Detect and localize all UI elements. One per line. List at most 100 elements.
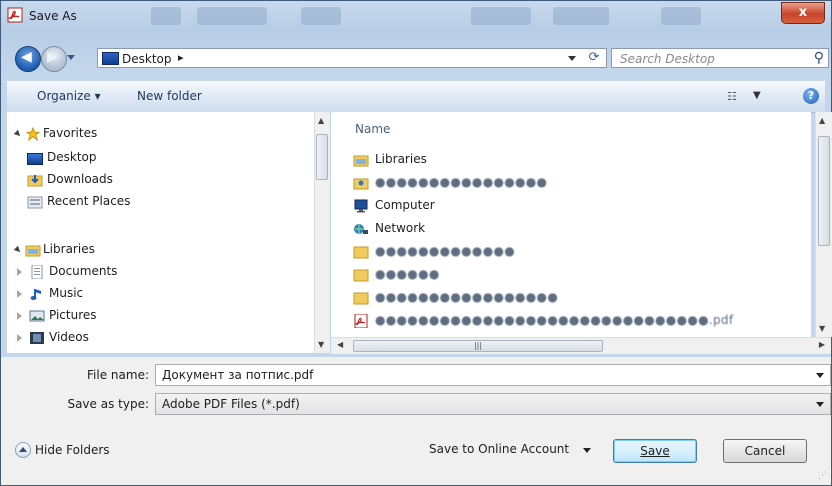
scrollbar-thumb[interactable]: ||| — [353, 340, 603, 352]
collapsed-arrow-icon[interactable] — [17, 268, 22, 276]
collapsed-arrow-icon[interactable] — [17, 334, 22, 342]
scroll-down-icon[interactable]: ▼ — [318, 340, 324, 349]
address-bar[interactable]: Desktop ▸ ⟳ — [97, 48, 607, 68]
recent-places-icon — [27, 196, 43, 209]
scroll-down-icon[interactable]: ▼ — [819, 324, 825, 333]
file-list-horizontal-scrollbar[interactable]: ◀ ||| ▶ — [331, 337, 831, 354]
chevron-down-icon[interactable] — [583, 448, 591, 453]
file-name: ●●●●●●●●●●●●● — [375, 244, 516, 258]
background-toolbar-ghost — [661, 7, 701, 25]
nav-libraries[interactable]: Libraries — [7, 240, 317, 260]
nav-favorites-label: Favorites — [43, 126, 98, 140]
help-icon[interactable]: ? — [803, 88, 819, 104]
file-name: Computer — [375, 198, 435, 212]
collapse-up-icon — [15, 442, 31, 458]
save-as-type-value: Adobe PDF Files (*.pdf) — [162, 397, 300, 411]
background-toolbar-ghost — [471, 7, 531, 25]
computer-icon — [354, 199, 368, 213]
cancel-button[interactable]: Cancel — [723, 439, 807, 463]
list-item[interactable]: ●●●●●● — [351, 265, 791, 285]
window-title: Save As — [29, 9, 77, 23]
nav-item-label: Recent Places — [47, 194, 131, 208]
save-button[interactable]: Save — [613, 439, 697, 463]
hide-folders-label: Hide Folders — [35, 443, 110, 457]
pdf-app-icon — [7, 7, 23, 23]
save-to-online-account-button[interactable]: Save to Online Account — [429, 442, 569, 456]
refresh-icon[interactable]: ⟳ — [584, 50, 604, 66]
expanded-arrow-icon[interactable] — [13, 245, 23, 255]
back-button[interactable]: ◀ — [15, 46, 41, 72]
navigation-pane: Favorites Desktop Downloads Recent Place… — [7, 112, 330, 353]
background-toolbar-ghost — [151, 7, 181, 25]
nav-item-recent-places[interactable]: Recent Places — [7, 192, 317, 212]
save-button-label: Save — [640, 444, 670, 458]
search-input[interactable]: Search Desktop ⚲ — [611, 48, 829, 68]
list-item[interactable]: ●●●●●●●●●●●●● — [351, 242, 791, 262]
address-location[interactable]: Desktop — [122, 52, 172, 66]
documents-icon — [31, 265, 43, 279]
network-icon — [354, 224, 368, 234]
nav-item-label: Pictures — [49, 308, 97, 322]
resize-grip-icon[interactable]: ⋰ — [818, 471, 827, 481]
address-dropdown-icon[interactable] — [568, 56, 576, 61]
new-folder-button[interactable]: New folder — [137, 89, 202, 103]
file-name-label: File name: — [87, 368, 149, 382]
file-list-vertical-scrollbar[interactable]: ▲ ▼ — [815, 112, 832, 337]
folder-icon — [353, 269, 369, 282]
close-button[interactable]: x — [781, 2, 825, 24]
search-icon[interactable]: ⚲ — [814, 50, 824, 66]
expanded-arrow-icon[interactable] — [13, 129, 23, 139]
folder-icon — [353, 292, 369, 305]
music-icon — [30, 289, 41, 300]
scrollbar-thumb[interactable] — [316, 134, 328, 180]
list-item[interactable]: ●●●●●●●●●●●●●●●●●●●●●●●●●●●●●●●.pdf — [351, 311, 791, 331]
list-item[interactable]: Computer — [351, 196, 791, 216]
star-icon — [25, 127, 41, 141]
forward-arrow-icon: ▶ — [47, 49, 58, 65]
view-options-icon[interactable]: ☷ — [727, 90, 741, 103]
file-list: Name Libraries ●●●●●●●●●●●●●●●● Computer… — [331, 112, 811, 337]
navigation-scrollbar[interactable]: ▲ ▼ — [314, 112, 330, 353]
scroll-up-icon[interactable]: ▲ — [318, 116, 324, 125]
nav-item-label: Videos — [49, 330, 89, 344]
list-item[interactable]: Network — [351, 219, 791, 239]
list-item[interactable]: ●●●●●●●●●●●●●●●●● — [351, 288, 791, 308]
organize-button[interactable]: Organize ▾ — [37, 89, 101, 103]
nav-item-documents[interactable]: Documents — [7, 262, 317, 282]
nav-item-videos[interactable]: Videos — [7, 328, 317, 348]
collapsed-arrow-icon[interactable] — [17, 290, 22, 298]
scroll-right-icon[interactable]: ▶ — [819, 340, 825, 349]
scrollbar-thumb[interactable] — [818, 136, 830, 246]
save-as-type-select[interactable]: Adobe PDF Files (*.pdf) — [155, 393, 831, 415]
collapsed-arrow-icon[interactable] — [17, 312, 22, 320]
nav-item-music[interactable]: Music — [7, 284, 317, 304]
user-folder-icon — [353, 178, 369, 190]
command-toolbar: Organize ▾ New folder ☷ ▼ ? — [7, 81, 825, 113]
background-toolbar-ghost — [553, 7, 609, 25]
nav-item-label: Desktop — [47, 150, 97, 164]
file-name-value[interactable]: Документ за потпис.pdf — [162, 368, 313, 382]
back-arrow-icon: ◀ — [21, 49, 32, 65]
scroll-up-icon[interactable]: ▲ — [819, 116, 825, 125]
breadcrumb-chevron-icon[interactable]: ▸ — [178, 51, 184, 64]
chevron-down-icon[interactable] — [816, 402, 824, 407]
view-dropdown-icon[interactable]: ▼ — [753, 90, 761, 101]
list-item[interactable]: Libraries — [351, 150, 791, 170]
scroll-left-icon[interactable]: ◀ — [337, 340, 343, 349]
desktop-icon — [27, 153, 43, 165]
column-header-name[interactable]: Name — [355, 122, 390, 136]
save-form: File name: Документ за потпис.pdf Save a… — [1, 357, 831, 485]
desktop-icon — [102, 52, 119, 65]
nav-item-desktop[interactable]: Desktop — [7, 148, 317, 168]
nav-item-downloads[interactable]: Downloads — [7, 170, 317, 190]
chevron-down-icon[interactable] — [816, 373, 824, 378]
recent-locations-dropdown[interactable] — [67, 55, 75, 60]
file-name: Network — [375, 221, 426, 235]
nav-item-pictures[interactable]: Pictures — [7, 306, 317, 326]
list-item[interactable]: ●●●●●●●●●●●●●●●● — [351, 173, 791, 193]
title-bar: Save As x — [1, 1, 831, 31]
nav-favorites[interactable]: Favorites — [7, 124, 317, 144]
forward-button[interactable]: ▶ — [41, 46, 67, 72]
library-folder-icon — [353, 155, 369, 167]
file-name-field[interactable]: Документ за потпис.pdf — [155, 364, 831, 386]
